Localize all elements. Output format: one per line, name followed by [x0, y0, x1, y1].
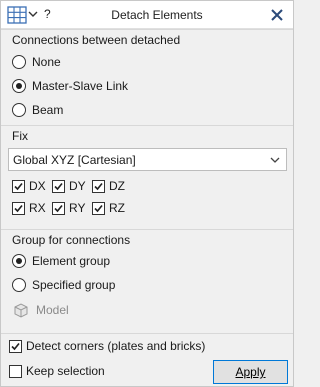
- checkbox-label: DZ: [109, 179, 125, 193]
- checkbox[interactable]: [12, 179, 25, 193]
- checkbox-label: DY: [69, 179, 86, 193]
- dialog-title: Detach Elements: [111, 8, 203, 22]
- model-button[interactable]: Model: [12, 300, 69, 320]
- checkbox-label: DX: [29, 179, 46, 193]
- checkbox-label: Detect corners (plates and bricks): [26, 339, 206, 353]
- radio-label: Specified group: [32, 278, 116, 292]
- group-title: Group for connections: [12, 233, 131, 247]
- detach-elements-dialog: ? Detach Elements Connections between de…: [0, 0, 294, 387]
- checkbox[interactable]: [12, 201, 25, 215]
- checkbox-label: RX: [29, 201, 46, 215]
- apply-button[interactable]: Apply: [213, 360, 288, 384]
- checkbox[interactable]: [92, 179, 105, 193]
- radio-specified-group[interactable]: Specified group: [12, 276, 115, 294]
- cube-icon: [14, 303, 28, 318]
- model-label: Model: [36, 303, 69, 317]
- checkbox[interactable]: [9, 364, 22, 378]
- checkbox[interactable]: [52, 179, 65, 193]
- help-button[interactable]: ?: [44, 7, 51, 21]
- checkbox-rz[interactable]: RZ: [92, 200, 125, 216]
- radio-label: Beam: [32, 103, 64, 117]
- checkbox-dy[interactable]: DY: [52, 178, 86, 194]
- checkbox-detect-corners[interactable]: Detect corners (plates and bricks): [9, 338, 205, 354]
- chevron-down-icon: [270, 157, 280, 163]
- radio-button[interactable]: [12, 79, 26, 93]
- grid-table-icon[interactable]: [7, 6, 27, 24]
- checkbox-label: Keep selection: [26, 364, 105, 378]
- checkbox-keep-selection[interactable]: Keep selection: [9, 363, 105, 379]
- checkbox-ry[interactable]: RY: [52, 200, 85, 216]
- checkbox-label: RY: [69, 201, 86, 215]
- chevron-down-icon[interactable]: [28, 9, 38, 19]
- checkbox-dz[interactable]: DZ: [92, 178, 125, 194]
- fix-title: Fix: [12, 129, 28, 143]
- connections-title: Connections between detached: [12, 33, 181, 47]
- radio-master-slave-link[interactable]: Master-Slave Link: [12, 77, 128, 95]
- radio-label: None: [32, 55, 61, 69]
- close-icon[interactable]: [269, 7, 285, 23]
- coordinate-system-value: Global XYZ [Cartesian]: [13, 153, 136, 167]
- checkbox-rx[interactable]: RX: [12, 200, 46, 216]
- connections-section: Connections between detached None Master…: [1, 29, 293, 125]
- radio-button[interactable]: [12, 254, 26, 268]
- checkbox[interactable]: [52, 201, 65, 215]
- radio-beam[interactable]: Beam: [12, 101, 63, 119]
- radio-element-group[interactable]: Element group: [12, 252, 110, 270]
- checkbox-label: RZ: [109, 201, 125, 215]
- coordinate-system-select[interactable]: Global XYZ [Cartesian]: [8, 148, 287, 171]
- checkbox[interactable]: [92, 201, 105, 215]
- apply-label: Apply: [235, 365, 266, 379]
- radio-button[interactable]: [12, 55, 26, 69]
- radio-label: Element group: [32, 254, 111, 268]
- checkbox-dx[interactable]: DX: [12, 178, 46, 194]
- footer: Detect corners (plates and bricks) Keep …: [1, 333, 293, 387]
- radio-label: Master-Slave Link: [32, 79, 129, 93]
- radio-none[interactable]: None: [12, 53, 61, 71]
- radio-button[interactable]: [12, 103, 26, 117]
- radio-button[interactable]: [12, 278, 26, 292]
- title-bar: ? Detach Elements: [1, 1, 293, 29]
- checkbox[interactable]: [9, 339, 22, 353]
